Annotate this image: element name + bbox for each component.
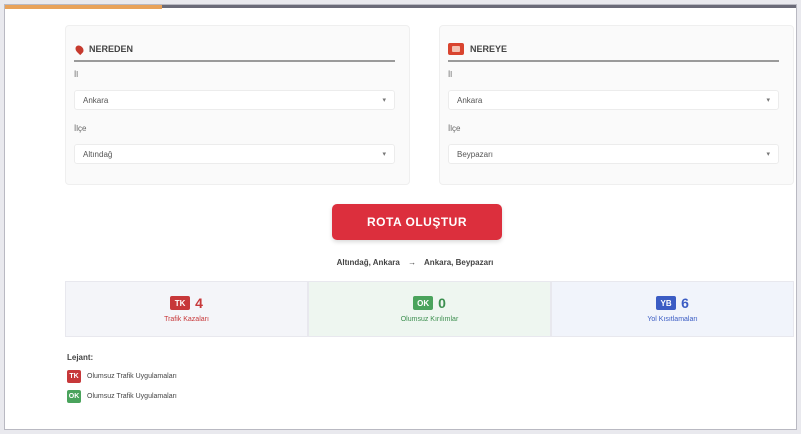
origin-il-select[interactable]: Ankara ▾ bbox=[74, 90, 395, 110]
destination-ilce-select[interactable]: Beypazarı ▾ bbox=[448, 144, 779, 164]
destination-il-value: Ankara bbox=[457, 95, 483, 105]
legend: Lejant: TK Olumsuz Trafik Uygulamaları O… bbox=[67, 353, 177, 408]
stat-value: 4 bbox=[195, 295, 203, 311]
stat-value: 0 bbox=[438, 295, 446, 311]
stats-row: TK 4 Trafik Kazaları OK 0 Olumsuz Kırılı… bbox=[65, 281, 794, 337]
legend-swatch-icon: OK bbox=[67, 389, 81, 403]
chevron-down-icon: ▾ bbox=[382, 97, 386, 104]
arrow-right-icon: → bbox=[408, 258, 417, 267]
origin-ilce-value: Altındağ bbox=[83, 149, 113, 159]
legend-label: Olumsuz Trafik Uygulamaları bbox=[87, 392, 177, 400]
stat-label: Yol Kısıtlamaları bbox=[647, 316, 698, 323]
stat-road-restrictions[interactable]: YB 6 Yol Kısıtlamaları bbox=[551, 281, 794, 337]
legend-item: OK Olumsuz Trafik Uygulamaları bbox=[67, 388, 177, 404]
route-from: Altındağ, Ankara bbox=[336, 258, 400, 267]
chevron-down-icon: ▾ bbox=[382, 151, 386, 158]
destination-il-select[interactable]: Ankara ▾ bbox=[448, 90, 779, 110]
app-frame: NEREDEN İl Ankara ▾ İlçe Altındağ ▾ NERE… bbox=[4, 4, 797, 430]
stat-traffic-accidents[interactable]: TK 4 Trafik Kazaları bbox=[65, 281, 308, 337]
legend-swatch-icon: TK bbox=[67, 369, 81, 383]
legend-label: Olumsuz Trafik Uygulamaları bbox=[87, 372, 177, 380]
stat-badge-icon: YB bbox=[656, 296, 677, 310]
destination-ilce-value: Beypazarı bbox=[457, 149, 494, 159]
stat-value: 6 bbox=[681, 295, 689, 311]
chevron-down-icon: ▾ bbox=[766, 151, 770, 158]
legend-item: TK Olumsuz Trafik Uygulamaları bbox=[67, 368, 177, 384]
origin-title: NEREDEN bbox=[89, 44, 134, 54]
stat-negative[interactable]: OK 0 Olumsuz Kırılımlar bbox=[308, 281, 551, 337]
stat-badge-icon: TK bbox=[170, 296, 191, 310]
destination-card-header: NEREYE bbox=[448, 38, 779, 62]
flag-icon bbox=[448, 43, 464, 55]
stat-label: Olumsuz Kırılımlar bbox=[400, 316, 459, 323]
destination-ilce-label: İlçe bbox=[448, 124, 461, 133]
route-to: Ankara, Beypazarı bbox=[424, 258, 494, 267]
stat-label: Trafik Kazaları bbox=[164, 316, 209, 323]
active-tab-indicator bbox=[5, 5, 162, 9]
origin-il-label: İl bbox=[74, 70, 78, 79]
destination-il-label: İl bbox=[448, 70, 452, 79]
stat-badge-icon: OK bbox=[413, 296, 434, 310]
create-route-button[interactable]: ROTA OLUŞTUR bbox=[332, 204, 502, 240]
origin-card: NEREDEN İl Ankara ▾ İlçe Altındağ ▾ bbox=[65, 25, 410, 185]
origin-card-header: NEREDEN bbox=[73, 38, 395, 62]
destination-title: NEREYE bbox=[470, 44, 508, 54]
legend-title: Lejant: bbox=[67, 353, 94, 362]
route-summary: Altındağ, Ankara → Ankara, Beypazarı bbox=[205, 258, 625, 267]
destination-card: NEREYE İl Ankara ▾ İlçe Beypazarı ▾ bbox=[439, 25, 794, 185]
chevron-down-icon: ▾ bbox=[766, 97, 770, 104]
origin-il-value: Ankara bbox=[83, 95, 109, 105]
origin-ilce-select[interactable]: Altındağ ▾ bbox=[74, 144, 395, 164]
map-pin-icon bbox=[73, 43, 86, 55]
origin-ilce-label: İlçe bbox=[74, 124, 87, 133]
